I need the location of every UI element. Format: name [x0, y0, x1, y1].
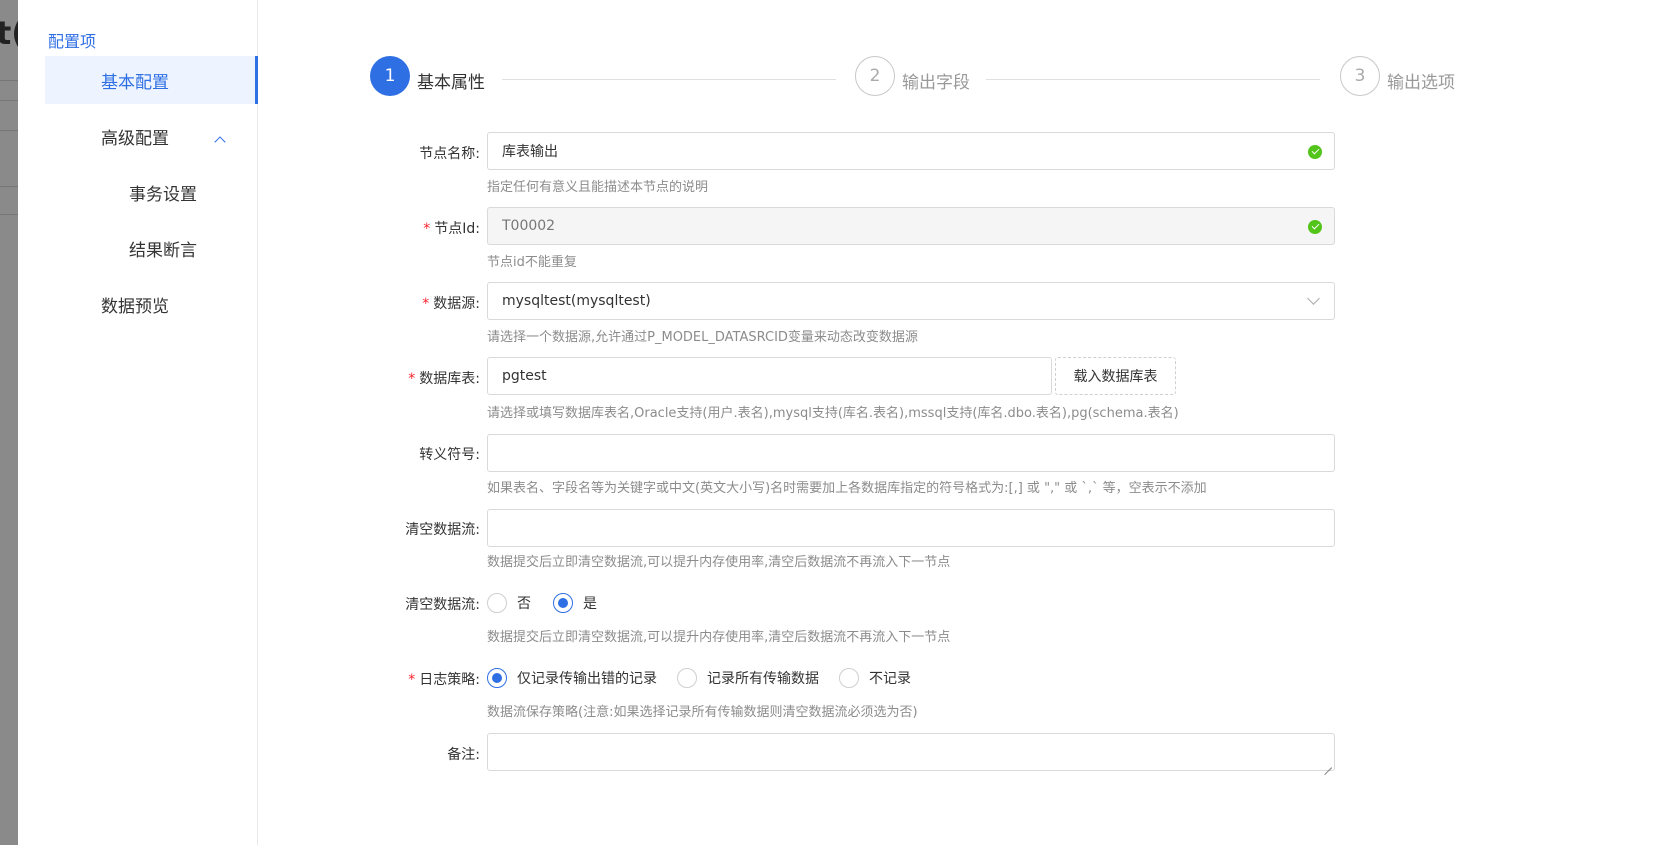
required-marker: * [422, 296, 430, 312]
sidebar-item-transaction-settings[interactable]: 事务设置 [45, 168, 245, 216]
sidebar: 配置项 基本配置 高级配置 事务设置 结果断言 数据预览 [18, 0, 258, 845]
log-policy-help: 数据流保存策略(注意:如果选择记录所有传输数据则清空数据流必须选为否) [487, 705, 918, 720]
clear-stream-radio-label: 清空数据流: [370, 594, 480, 614]
clear-stream-radio-group: 否 是 [487, 592, 597, 614]
node-name-input[interactable]: 库表输出 [487, 132, 1335, 170]
label-text: 日志策略: [419, 672, 480, 688]
input-value: pgtest [502, 368, 547, 384]
clear-stream-input-help: 数据提交后立即清空数据流,可以提升内存使用率,清空后数据流不再流入下一节点 [487, 555, 951, 570]
step-3-label[interactable]: 输出选项 [1387, 68, 1455, 93]
select-value: mysqltest(mysqltest) [502, 293, 651, 309]
radio-option-log-errors[interactable]: 仅记录传输出错的记录 [487, 668, 657, 688]
db-table-label: * 数据库表: [370, 368, 480, 388]
step-2-label[interactable]: 输出字段 [902, 68, 970, 93]
required-marker: * [408, 371, 416, 387]
datasource-label: * 数据源: [370, 293, 480, 313]
escape-symbol-label: 转义符号: [370, 444, 480, 464]
divider [0, 130, 18, 131]
divider [0, 100, 18, 101]
db-table-help: 请选择或填写数据库表名,Oracle支持(用户.表名),mysql支持(库名.表… [487, 406, 1179, 421]
sidebar-title: 配置项 [48, 32, 97, 51]
clear-stream-input[interactable] [487, 509, 1335, 547]
input-value: T00002 [502, 218, 556, 234]
label-text: 备注: [447, 747, 480, 763]
background-page: t( [0, 0, 18, 845]
resize-handle-icon[interactable] [1324, 760, 1332, 768]
radio-label: 不记录 [869, 671, 911, 687]
node-name-label: 节点名称: [370, 143, 480, 163]
label-text: 节点Id: [434, 221, 480, 237]
step-connector [502, 79, 836, 80]
datasource-help: 请选择一个数据源,允许通过P_MODEL_DATASRCID变量来动态改变数据源 [487, 330, 918, 345]
radio-button[interactable] [677, 668, 697, 688]
label-text: 节点名称: [419, 146, 480, 162]
background-title-fragment: t( [0, 14, 18, 52]
radio-option-yes[interactable]: 是 [553, 593, 597, 613]
radio-option-log-all[interactable]: 记录所有传输数据 [677, 668, 819, 688]
remark-textarea[interactable] [487, 733, 1335, 771]
divider [0, 186, 18, 187]
node-id-input[interactable]: T00002 [487, 207, 1335, 245]
radio-button[interactable] [839, 668, 859, 688]
required-marker: * [408, 672, 416, 688]
divider [0, 80, 18, 81]
step-2-indicator[interactable]: 2 [855, 56, 895, 96]
radio-option-no[interactable]: 否 [487, 593, 531, 613]
radio-label: 记录所有传输数据 [707, 671, 819, 687]
label-text: 转义符号: [419, 447, 480, 463]
sidebar-item-label: 事务设置 [129, 184, 197, 205]
sidebar-item-data-preview[interactable]: 数据预览 [45, 280, 245, 328]
radio-button[interactable] [487, 668, 507, 688]
db-table-input[interactable]: pgtest [487, 357, 1052, 395]
sidebar-item-label: 高级配置 [101, 128, 169, 149]
step-1-label[interactable]: 基本属性 [417, 68, 485, 93]
radio-label: 否 [517, 596, 531, 612]
step-3-indicator[interactable]: 3 [1340, 56, 1380, 96]
clear-stream-input-label: 清空数据流: [370, 519, 480, 539]
step-connector [986, 79, 1320, 80]
node-name-help: 指定任何有意义且能描述本节点的说明 [487, 180, 709, 195]
label-text: 清空数据流: [405, 597, 480, 613]
config-drawer: 配置项 基本配置 高级配置 事务设置 结果断言 数据预览 1 基本属性 2 输出… [18, 0, 1678, 845]
radio-label: 是 [583, 596, 597, 612]
sidebar-item-label: 基本配置 [101, 72, 169, 93]
required-marker: * [423, 221, 431, 237]
divider [0, 214, 18, 215]
sidebar-item-label: 结果断言 [129, 240, 197, 261]
label-text: 清空数据流: [405, 522, 480, 538]
check-circle-icon [1308, 220, 1322, 234]
node-id-help: 节点id不能重复 [487, 255, 577, 270]
log-policy-radio-group: 仅记录传输出错的记录 记录所有传输数据 不记录 [487, 667, 911, 689]
sidebar-item-basic-config[interactable]: 基本配置 [45, 56, 258, 104]
label-text: 数据库表: [419, 371, 480, 387]
sidebar-item-label: 数据预览 [101, 296, 169, 317]
escape-symbol-help: 如果表名、字段名等为关键字或中文(英文大小写)名时需要加上各数据库指定的符号格式… [487, 481, 1207, 496]
node-id-label: * 节点Id: [370, 218, 480, 238]
radio-label: 仅记录传输出错的记录 [517, 671, 657, 687]
sidebar-item-result-assertion[interactable]: 结果断言 [45, 224, 245, 272]
datasource-select[interactable]: mysqltest(mysqltest) [487, 282, 1335, 320]
escape-symbol-input[interactable] [487, 434, 1335, 472]
radio-option-no-log[interactable]: 不记录 [839, 668, 911, 688]
chevron-down-icon [1307, 292, 1320, 305]
input-value: 库表输出 [502, 144, 558, 160]
step-1-indicator[interactable]: 1 [370, 56, 410, 96]
log-policy-label: * 日志策略: [370, 669, 480, 689]
label-text: 数据源: [433, 296, 480, 312]
sidebar-item-advanced-config[interactable]: 高级配置 [45, 112, 245, 160]
radio-button[interactable] [553, 593, 573, 613]
remark-label: 备注: [370, 744, 480, 764]
check-circle-icon [1308, 145, 1322, 159]
radio-button[interactable] [487, 593, 507, 613]
load-db-tables-button[interactable]: 载入数据库表 [1055, 357, 1176, 395]
clear-stream-radio-help: 数据提交后立即清空数据流,可以提升内存使用率,清空后数据流不再流入下一节点 [487, 630, 951, 645]
